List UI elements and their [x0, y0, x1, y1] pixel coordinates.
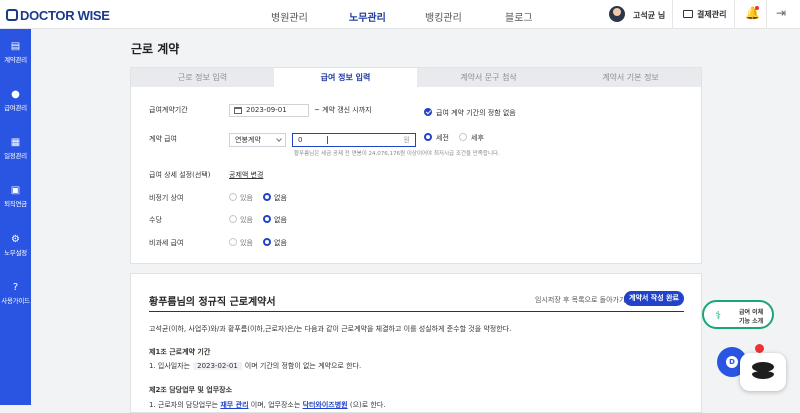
allowance-label: 수당	[149, 216, 162, 224]
article1-body: 1. 입사일자는 2023-02-01 이며 기간의 정함이 없는 계약으로 한다.	[149, 362, 362, 370]
article1-title: 제1조 근로계약 기간	[149, 348, 211, 356]
wage-label: 계약 급여	[149, 135, 177, 143]
tab-work-info[interactable]: 근로 정보 입력	[131, 68, 274, 87]
sidebar-item-settings[interactable]: ⚙ 노무설정	[0, 234, 31, 257]
workplace-link[interactable]: 닥터와이즈병원	[303, 401, 348, 409]
nav-labor[interactable]: 노무관리	[349, 9, 386, 24]
after-tax-radio[interactable]	[459, 133, 467, 141]
before-tax-radio[interactable]	[424, 133, 432, 141]
transfer-intro-button[interactable]: ⚕ 급여 이체 기능 소개	[702, 300, 774, 329]
bonus-yes-radio[interactable]	[229, 193, 237, 201]
nontax-yes-label: 있음	[240, 239, 253, 247]
contract-intro: 고석균(이하, 사업주)와/과 황푸름(이하,근로자)은/는 다음과 같이 근로…	[149, 325, 512, 333]
nontax-no-radio[interactable]	[263, 238, 271, 246]
bonus-yes-label: 있음	[240, 194, 253, 202]
settlement-button[interactable]: 결제관리	[683, 9, 726, 20]
nontax-no-label: 없음	[274, 239, 287, 247]
divider	[766, 0, 767, 29]
gear-icon: ⚙	[11, 234, 20, 245]
divider	[734, 0, 735, 29]
app-logo[interactable]: DOCTOR WISE	[6, 8, 110, 23]
allowance-no-radio[interactable]	[263, 215, 271, 223]
sidebar-item-contract[interactable]: ▤ 계약관리	[0, 41, 31, 64]
avatar[interactable]	[609, 6, 625, 22]
until-renewal-text: ~ 계약 갱신 시까지	[314, 106, 372, 114]
wage-type-select[interactable]: 연봉계약	[229, 133, 286, 147]
after-tax-label: 세후	[471, 134, 484, 142]
contract-title: 황푸름님의 정규직 근로계약서	[149, 297, 276, 308]
notification-dot	[755, 6, 759, 10]
no-end-label: 급여 계약 기간의 정함 없음	[436, 109, 516, 117]
deduction-change-link[interactable]: 공제액 변경	[229, 170, 263, 180]
top-bar: DOCTOR WISE 병원관리 노무관리 뱅킹관리 블로그 고석균 님 결제관…	[0, 0, 800, 29]
tab-contract-text[interactable]: 계약서 문구 첨삭	[417, 68, 560, 87]
allowance-yes-label: 있음	[240, 216, 253, 224]
detail-label: 급여 상세 설정(선택)	[149, 171, 211, 179]
user-name[interactable]: 고석균 님	[633, 10, 665, 21]
logo-mark-icon	[6, 9, 18, 21]
calendar-icon	[234, 107, 242, 114]
nav-banking[interactable]: 뱅킹관리	[425, 9, 462, 24]
nontax-label: 비과세 급여	[149, 239, 184, 247]
sidebar: ▤ 계약관리 ● 급여관리 ▦ 일정관리 ▣ 퇴직연금 ⚙ 노무설정 ? 사용가…	[0, 29, 31, 405]
before-tax-label: 세전	[436, 134, 449, 142]
nav-blog[interactable]: 블로그	[505, 9, 533, 24]
divider	[672, 0, 673, 29]
start-date-input[interactable]: 2023-09-01	[229, 104, 309, 117]
contract-icon: ▤	[10, 41, 21, 52]
temp-save-link[interactable]: 임시저장 후 목록으로 돌아가기	[535, 295, 625, 305]
chat-icon: D	[726, 356, 738, 368]
bonus-no-radio[interactable]	[263, 193, 271, 201]
sidebar-item-schedule[interactable]: ▦ 일정관리	[0, 137, 31, 160]
salary-form-card: 근로 정보 입력 급여 정보 입력 계약서 문구 첨삭 계약서 기본 정보 급여…	[130, 67, 702, 264]
card-icon	[683, 10, 693, 18]
article2-title: 제2조 담당업무 및 업무장소	[149, 386, 233, 394]
bell-icon[interactable]: 🔔	[745, 6, 760, 20]
article2-body: 1. 근로자의 담당업무는 재무 관리 이며, 업무장소는 닥터와이즈병원 (으…	[149, 401, 386, 409]
nontax-yes-radio[interactable]	[229, 238, 237, 246]
pension-icon: ▣	[10, 185, 21, 196]
job-link[interactable]: 재무 관리	[220, 401, 248, 409]
text-cursor	[327, 136, 328, 144]
tab-contract-basic[interactable]: 계약서 기본 정보	[559, 68, 702, 87]
bonus-no-label: 없음	[274, 194, 287, 202]
chat-badge	[755, 344, 764, 353]
allowance-yes-radio[interactable]	[229, 215, 237, 223]
tab-bar: 근로 정보 입력 급여 정보 입력 계약서 문구 첨삭 계약서 기본 정보	[131, 68, 701, 87]
sidebar-item-pension[interactable]: ▣ 퇴직연금	[0, 185, 31, 208]
sidebar-item-guide[interactable]: ? 사용가이드	[0, 282, 31, 305]
nav-hospital[interactable]: 병원관리	[271, 9, 308, 24]
period-label: 급여계약기간	[149, 106, 188, 114]
contract-preview-card: 황푸름님의 정규직 근로계약서 임시저장 후 목록으로 돌아가기 계약서 작성 …	[130, 273, 702, 413]
divider	[149, 311, 684, 312]
page-title: 근로 계약	[131, 42, 180, 56]
calendar-icon: ▦	[10, 137, 21, 148]
minimum-wage-hint: 황푸름님은 세금 공제 전 연봉이 24,076,176원 이상이어야 최저시급…	[294, 151, 500, 157]
tab-salary-info[interactable]: 급여 정보 입력	[274, 68, 417, 87]
stack-tool-button[interactable]	[740, 353, 786, 391]
allowance-no-label: 없음	[274, 216, 287, 224]
intro-icon: ⚕	[715, 309, 721, 322]
no-end-checkbox[interactable]	[424, 108, 432, 116]
salary-icon: ●	[11, 89, 20, 100]
wage-amount-input[interactable]: 0 원	[292, 133, 416, 147]
bonus-label: 비정기 상여	[149, 194, 184, 202]
complete-contract-button[interactable]: 계약서 작성 완료	[624, 291, 684, 306]
logout-icon[interactable]: ⇥	[776, 6, 786, 20]
help-icon: ?	[12, 282, 19, 293]
chevron-down-icon	[276, 136, 282, 142]
start-date-value: 2023-02-01	[193, 362, 242, 370]
sidebar-item-salary[interactable]: ● 급여관리	[0, 89, 31, 112]
